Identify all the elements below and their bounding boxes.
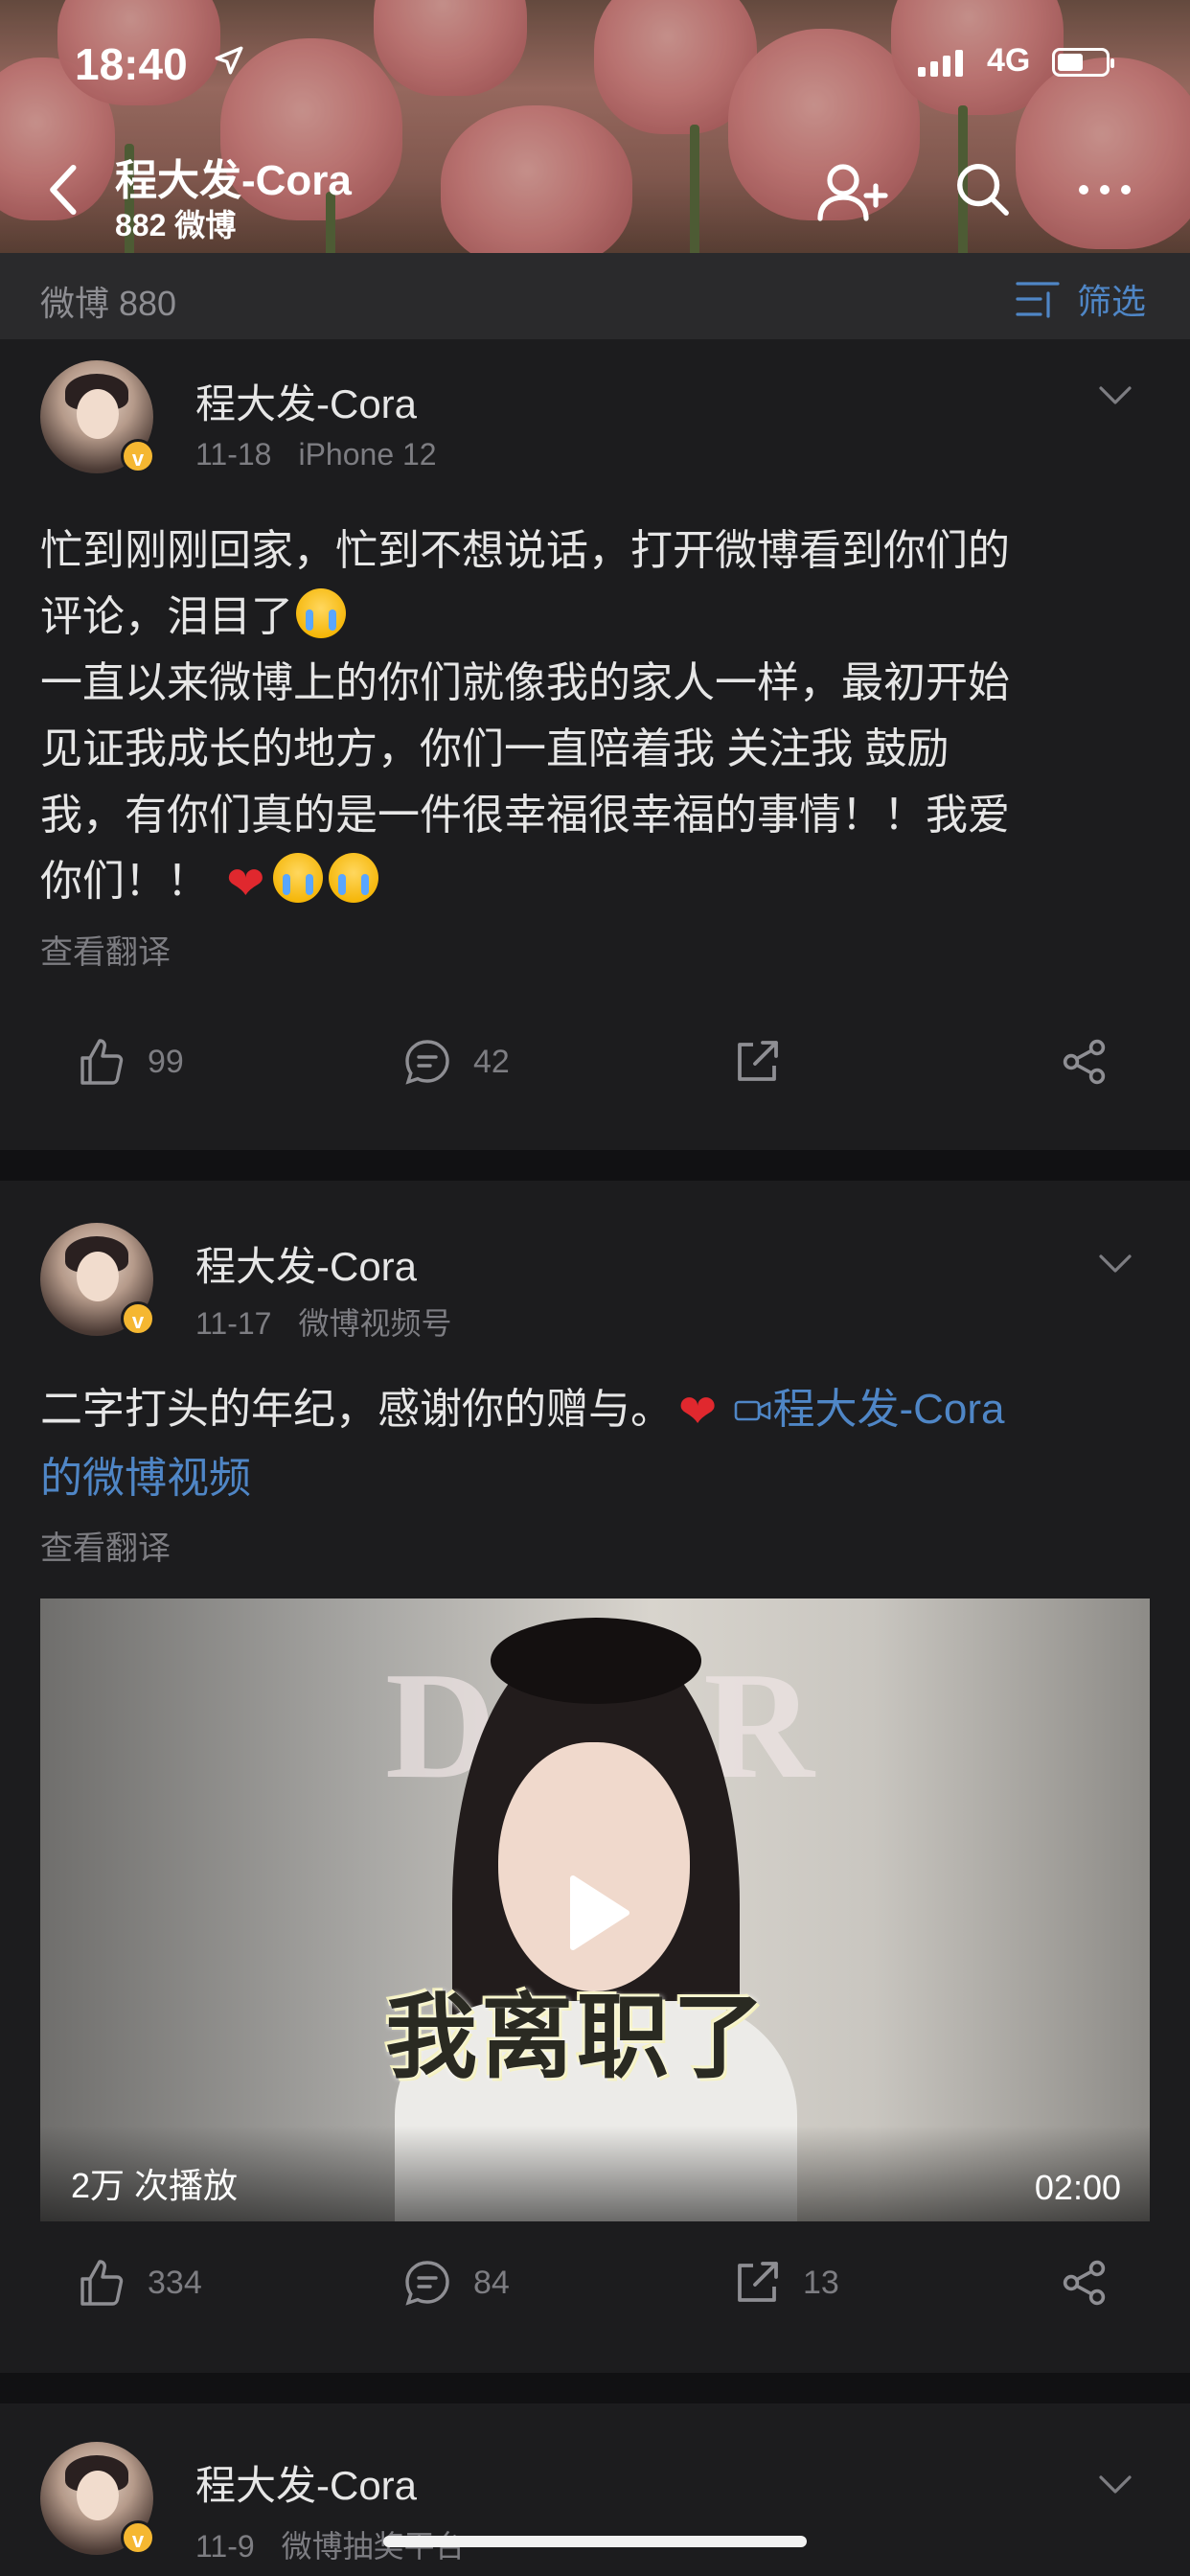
avatar[interactable]: v (40, 360, 155, 473)
repost-icon (738, 2262, 778, 2302)
post-meta: 11-18 iPhone 12 (195, 437, 437, 472)
video-link-author: 程大发-Cora (772, 1386, 1005, 1433)
video-play-count: 2万 次播放 (71, 2166, 239, 2205)
like-button[interactable]: 334 (77, 2258, 202, 2308)
comment-button[interactable]: 42 (402, 1037, 510, 1087)
translate-link[interactable]: 查看翻译 (40, 926, 171, 973)
post-line: 见证我成长的地方，你们一直陪着我 关注我 鼓励 (40, 725, 950, 772)
comment-count: 84 (473, 2264, 510, 2301)
home-indicator[interactable] (383, 2536, 807, 2547)
post-line: 二字打头的年纪，感谢你的赠与。 (40, 1386, 673, 1433)
post-actions: 99 42 (0, 1037, 1190, 1114)
profile-header: 18:40 4G 程大发-Cora 882 微博 (0, 0, 1190, 253)
post-author[interactable]: 程大发-Cora (195, 2453, 417, 2512)
post-text: 二字打头的年纪，感谢你的赠与。 ❤ 程大发-Cora 的微博视频 (40, 1376, 1152, 1511)
filter-bar: 微博 880 筛选 (0, 253, 1190, 339)
like-count: 99 (148, 1043, 184, 1080)
avatar[interactable]: v (40, 2442, 155, 2555)
status-bar: 18:40 4G (0, 34, 1190, 92)
post-source: 微博视频号 (298, 1306, 452, 1341)
post-line: 一直以来微博上的你们就像我的家人一样，最初开始 (40, 659, 1010, 706)
share-icon (1063, 1039, 1106, 1085)
chevron-down-icon[interactable] (1098, 385, 1133, 411)
crying-emoji-icon (296, 588, 346, 638)
post-line: 忙到刚刚回家，忙到不想说话，打开微博看到你们的 (40, 527, 1010, 574)
video-player[interactable]: DIOR 我离职了 2万 次播放 02:00 (40, 1598, 1150, 2221)
thumbs-up-icon (80, 1039, 124, 1085)
status-time: 18:40 (75, 39, 188, 89)
post-date: 11-17 (195, 1306, 272, 1341)
thumbs-up-icon (80, 2260, 124, 2306)
play-icon[interactable] (546, 1865, 642, 1961)
post-line: 我，有你们真的是一件很幸福很幸福的事情！！我爱 (40, 792, 1010, 839)
post-line: 评论，泪目了 (40, 593, 293, 640)
share-icon (1063, 2260, 1106, 2306)
comment-icon (405, 1040, 449, 1085)
network-type: 4G (987, 42, 1031, 79)
post-meta: 11-17 微博视频号 (195, 1300, 451, 1344)
chevron-down-icon[interactable] (1098, 1254, 1133, 1279)
location-arrow-icon (213, 44, 245, 81)
comment-count: 42 (473, 1043, 510, 1080)
verified-badge-icon: v (121, 1301, 155, 1336)
filter-icon (1016, 282, 1060, 318)
verified-badge-icon: v (121, 439, 155, 473)
repost-button[interactable]: 13 (732, 2258, 839, 2308)
post-actions: 334 84 13 (0, 2258, 1190, 2334)
repost-button[interactable] (732, 1037, 782, 1087)
cellular-signal-icon (918, 50, 963, 77)
profile-post-count: 882 微博 (115, 208, 237, 242)
video-link[interactable]: 程大发-Cora (734, 1386, 1004, 1433)
share-button[interactable] (1060, 2258, 1110, 2308)
video-link-suffix[interactable]: 的微博视频 (40, 1455, 251, 1502)
post-author[interactable]: 程大发-Cora (195, 372, 417, 430)
crying-emoji-icon (273, 853, 324, 903)
heart-emoji-icon: ❤ (226, 859, 265, 909)
avatar[interactable]: v (40, 1223, 155, 1336)
repost-icon (738, 1041, 778, 1081)
video-caption: 我离职了 (385, 1987, 768, 2089)
weibo-count-label: 微博 880 (40, 284, 177, 323)
add-follow-icon[interactable] (816, 161, 893, 227)
repost-count: 13 (803, 2264, 839, 2301)
more-options-icon[interactable] (1077, 182, 1133, 202)
search-icon[interactable] (952, 159, 1012, 223)
post-source: iPhone 12 (298, 437, 437, 472)
heart-emoji-icon: ❤ (678, 1387, 718, 1438)
translate-link[interactable]: 查看翻译 (40, 1522, 171, 1569)
filter-button[interactable]: 筛选 (1016, 274, 1146, 324)
filter-label: 筛选 (1076, 282, 1146, 321)
profile-name: 程大发-Cora (115, 157, 352, 204)
video-camera-icon (735, 1400, 771, 1421)
post-date: 11-9 (195, 2529, 255, 2564)
verified-badge-icon: v (121, 2520, 155, 2555)
like-count: 334 (148, 2264, 202, 2301)
comment-button[interactable]: 84 (402, 2258, 510, 2308)
battery-icon (1052, 48, 1114, 77)
post-author[interactable]: 程大发-Cora (195, 1234, 417, 1293)
post-line: 你们！！ (40, 858, 209, 905)
post-divider (0, 2373, 1190, 2404)
post-card: v 程大发-Cora 11-18 iPhone 12 忙到刚刚回家，忙到不想说话，… (0, 339, 1190, 1150)
post-text: 忙到刚刚回家，忙到不想说话，打开微博看到你们的 评论，泪目了 一直以来微博上的你… (40, 518, 1152, 917)
share-button[interactable] (1060, 1037, 1110, 1087)
post-date: 11-18 (195, 437, 272, 472)
back-arrow-icon[interactable] (46, 163, 79, 221)
crying-emoji-icon (329, 853, 379, 903)
post-divider (0, 1150, 1190, 1181)
post-card: v 程大发-Cora 11-9 微博抽奖平台 (0, 2404, 1190, 2576)
chevron-down-icon[interactable] (1098, 2474, 1133, 2500)
like-button[interactable]: 99 (77, 1037, 184, 1087)
video-duration: 02:00 (1034, 2168, 1121, 2207)
comment-icon (405, 2261, 449, 2306)
post-card: v 程大发-Cora 11-17 微博视频号 二字打头的年纪，感谢你的赠与。 ❤ 程… (0, 1181, 1190, 2373)
